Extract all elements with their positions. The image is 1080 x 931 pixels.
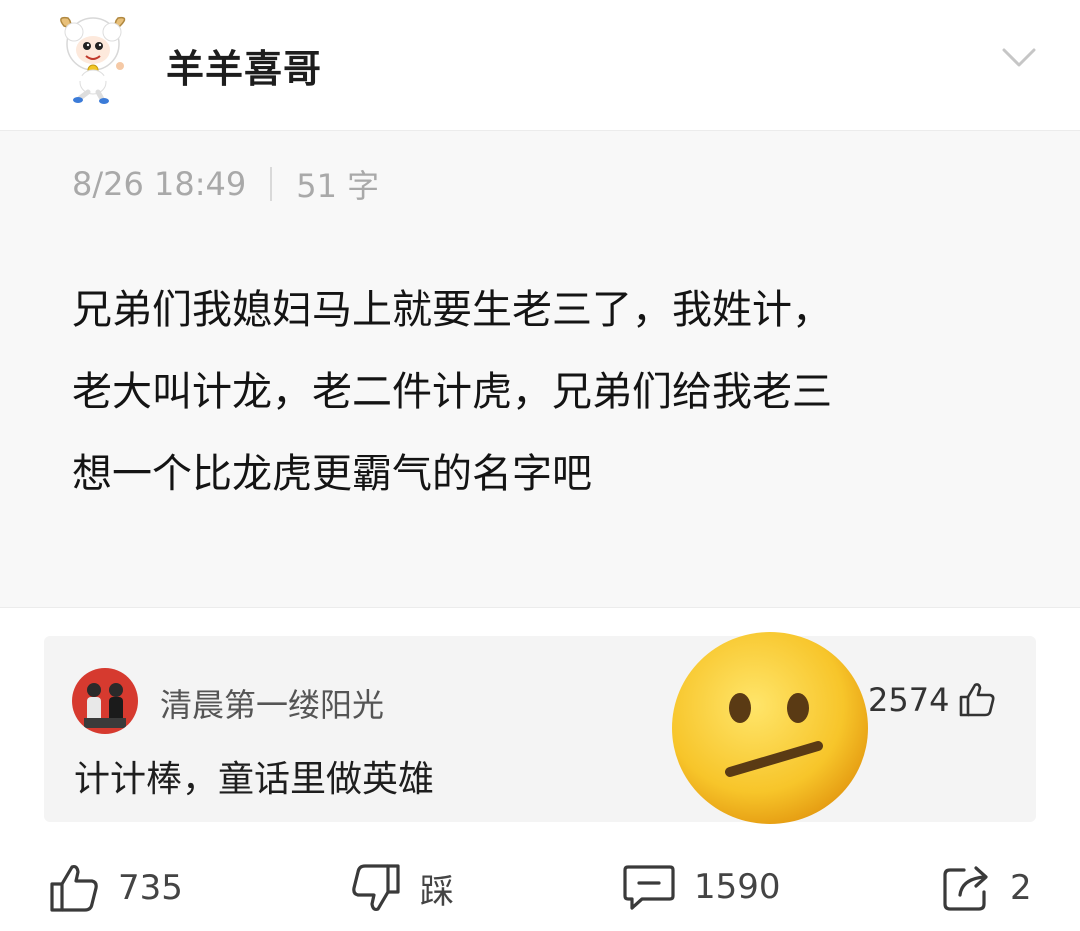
commenter-avatar[interactable] [72,668,138,734]
post-card: 8/26 18:49 51 字 兄弟们我媳妇马上就要生老三了，我姓计， 老大叫计… [0,130,1080,608]
comment-button[interactable]: 1590 [622,862,781,912]
post-line: 想一个比龙虎更霸气的名字吧 [72,451,592,497]
pleasant-goat-avatar-icon[interactable] [50,12,136,104]
comment-icon [623,865,675,910]
like-button[interactable]: 735 [48,862,183,914]
share-button[interactable]: 2 [940,862,1032,914]
comment-text: 计计棒，童话里做英雄 [74,759,435,800]
top-comment[interactable]: 清晨第一缕阳光 2574 计计棒，童话里做英雄 [44,636,1036,822]
neutral-face-emoji-icon [668,628,872,828]
thumbs-up-icon [50,864,98,912]
comment-like-count: 2574 [868,681,950,719]
post-date: 8/26 18:49 [72,165,247,203]
dislike-label: 踩 [420,871,454,912]
comment-count: 1590 [694,867,781,907]
dislike-button[interactable]: 踩 [350,862,454,914]
commenter-name[interactable]: 清晨第一缕阳光 [160,680,384,726]
post-line: 老大叫计龙，老二件计虎，兄弟们给我老三 [72,369,832,415]
post-meta: 8/26 18:49 51 字 [72,161,379,207]
share-count: 2 [1010,868,1032,908]
meta-divider [270,167,273,201]
word-count: 51 字 [296,167,380,205]
post-body: 兄弟们我媳妇马上就要生老三了，我姓计， 老大叫计龙，老二件计虎，兄弟们给我老三 … [72,269,1032,515]
like-count: 735 [118,868,183,908]
action-bar: 735 踩 1590 2 [0,850,1080,931]
share-icon [943,866,988,911]
thumbs-up-outline-icon [960,683,995,717]
post-header: 羊羊喜哥 [0,0,1080,130]
chevron-down-icon[interactable] [998,40,1040,76]
post-line: 兄弟们我媳妇马上就要生老三了，我姓计， [72,287,832,333]
thumbs-down-icon [352,864,400,912]
author-name[interactable]: 羊羊喜哥 [166,38,322,93]
comment-like-button[interactable]: 2574 [868,680,997,720]
